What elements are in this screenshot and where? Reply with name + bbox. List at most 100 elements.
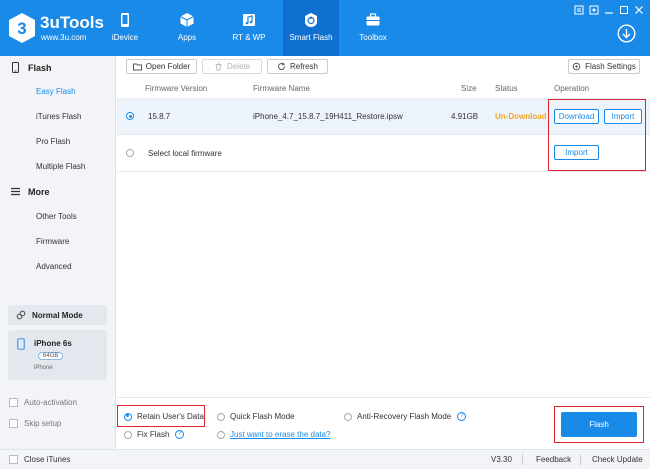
gear-icon bbox=[572, 62, 581, 71]
row-divider bbox=[117, 171, 650, 172]
nav-idevice-label: iDevice bbox=[111, 33, 139, 42]
sidebar-item-pro-flash[interactable]: Pro Flash bbox=[36, 137, 70, 146]
sidebar-item-itunes-flash[interactable]: iTunes Flash bbox=[36, 112, 82, 121]
nav-smart-flash[interactable]: Smart Flash bbox=[283, 0, 339, 56]
col-size: Size bbox=[461, 84, 477, 93]
checkbox-box[interactable] bbox=[9, 398, 18, 407]
phone-icon bbox=[121, 13, 129, 27]
device-type: iPhone bbox=[34, 365, 53, 371]
app-logo: 3 bbox=[9, 13, 35, 43]
main-nav: iDevice Apps RT & WP Smart Flash Toolbox bbox=[97, 0, 407, 56]
local-firmware-radio[interactable] bbox=[126, 149, 134, 157]
nav-apps-label: Apps bbox=[177, 33, 197, 42]
refresh-icon bbox=[277, 62, 285, 70]
nav-apps[interactable]: Apps bbox=[159, 0, 215, 56]
firmware-size: 4.91GB bbox=[451, 112, 479, 121]
quick-flash-option[interactable]: Quick Flash Mode bbox=[217, 412, 294, 421]
title-bar: 3 3uTools www.3u.com iDevice Apps RT & W… bbox=[0, 0, 650, 56]
settings-icon[interactable] bbox=[589, 5, 599, 15]
close-icon[interactable] bbox=[634, 5, 644, 15]
minimize-icon[interactable] bbox=[604, 5, 614, 15]
sidebar-item-advanced[interactable]: Advanced bbox=[36, 262, 72, 271]
device-capacity-badge: 64GB bbox=[38, 352, 64, 360]
close-itunes-checkbox[interactable] bbox=[9, 455, 18, 464]
skip-setup-label: Skip setup bbox=[24, 419, 62, 428]
help-icon[interactable]: ? bbox=[457, 412, 467, 421]
erase-data-link[interactable]: Just want to erase the data? bbox=[217, 430, 331, 439]
erase-data-link-text[interactable]: Just want to erase the data? bbox=[230, 430, 331, 439]
firmware-version: 15.8.7 bbox=[148, 112, 171, 121]
menu-icon[interactable] bbox=[574, 5, 584, 15]
auto-activation-label: Auto-activation bbox=[24, 398, 77, 407]
local-firmware-label: Select local firmware bbox=[148, 149, 222, 158]
window-controls bbox=[574, 5, 644, 15]
music-icon bbox=[243, 14, 255, 26]
fix-flash-radio[interactable] bbox=[124, 430, 132, 439]
version-label: V3.30 bbox=[491, 455, 512, 464]
maximize-icon[interactable] bbox=[619, 5, 629, 15]
open-folder-button[interactable]: Open Folder bbox=[126, 59, 197, 74]
toolbox-icon bbox=[366, 13, 380, 26]
phone-icon bbox=[12, 62, 19, 73]
checkbox-box[interactable] bbox=[9, 419, 18, 428]
nav-smart-flash-label: Smart Flash bbox=[289, 33, 333, 42]
link-icon bbox=[16, 310, 26, 320]
sidebar-item-easy-flash[interactable]: Easy Flash bbox=[36, 87, 76, 96]
close-itunes-label: Close iTunes bbox=[24, 455, 71, 464]
nav-idevice[interactable]: iDevice bbox=[97, 0, 153, 56]
refresh-button[interactable]: Refresh bbox=[267, 59, 328, 74]
col-status: Status bbox=[495, 84, 518, 93]
erase-data-radio[interactable] bbox=[217, 430, 225, 439]
fix-flash-option[interactable]: Fix Flash ? bbox=[124, 430, 185, 439]
device-card[interactable]: iPhone 6s 64GB iPhone bbox=[8, 330, 107, 380]
quick-flash-label: Quick Flash Mode bbox=[230, 412, 295, 421]
divider bbox=[580, 454, 581, 465]
delete-button[interactable]: Delete bbox=[202, 59, 262, 74]
anti-recovery-label: Anti-Recovery Flash Mode bbox=[357, 412, 452, 421]
firmware-status: Un-Download bbox=[495, 112, 547, 121]
col-firmware-version: Firmware Version bbox=[145, 84, 208, 93]
auto-activation-checkbox[interactable]: Auto-activation bbox=[9, 398, 77, 407]
fix-flash-label: Fix Flash bbox=[137, 430, 170, 439]
help-icon[interactable]: ? bbox=[175, 430, 185, 439]
app-name: 3uTools bbox=[40, 13, 104, 32]
check-update-link[interactable]: Check Update bbox=[592, 455, 643, 464]
folder-icon bbox=[132, 63, 142, 71]
flash-icon bbox=[305, 13, 317, 27]
quick-flash-radio[interactable] bbox=[217, 412, 225, 421]
nav-rt-wp-label: RT & WP bbox=[232, 33, 266, 42]
download-manager-icon[interactable] bbox=[617, 24, 636, 43]
highlight-box bbox=[117, 405, 205, 427]
sidebar-header-more: More bbox=[10, 186, 50, 197]
highlight-box bbox=[548, 99, 646, 171]
trash-icon bbox=[215, 62, 222, 71]
cube-icon bbox=[180, 13, 194, 27]
nav-toolbox[interactable]: Toolbox bbox=[345, 0, 401, 56]
sidebar-item-multiple-flash[interactable]: Multiple Flash bbox=[36, 162, 85, 171]
nav-toolbox-label: Toolbox bbox=[359, 33, 387, 42]
device-mode: Normal Mode bbox=[8, 305, 107, 325]
sidebar-item-other-tools[interactable]: Other Tools bbox=[36, 212, 77, 221]
hamburger-icon bbox=[11, 187, 20, 196]
firmware-radio[interactable] bbox=[126, 112, 134, 120]
col-firmware-name: Firmware Name bbox=[253, 84, 310, 93]
highlight-box bbox=[554, 406, 644, 443]
sidebar-item-firmware[interactable]: Firmware bbox=[36, 237, 69, 246]
device-mode-label: Normal Mode bbox=[32, 310, 83, 320]
skip-setup-checkbox[interactable]: Skip setup bbox=[9, 419, 61, 428]
svg-text:3: 3 bbox=[17, 19, 26, 38]
col-operation: Operation bbox=[554, 84, 590, 93]
anti-recovery-radio[interactable] bbox=[344, 412, 352, 421]
nav-rt-wp[interactable]: RT & WP bbox=[221, 0, 277, 56]
firmware-table-header: Firmware Version Firmware Name Size Stat… bbox=[117, 79, 650, 98]
divider bbox=[522, 454, 523, 465]
phone-icon bbox=[17, 338, 25, 350]
device-name: iPhone 6s bbox=[34, 339, 72, 348]
sidebar-header-flash: Flash bbox=[10, 62, 52, 73]
flash-settings-button[interactable]: Flash Settings bbox=[568, 59, 640, 74]
anti-recovery-option[interactable]: Anti-Recovery Flash Mode ? bbox=[344, 412, 467, 421]
feedback-link[interactable]: Feedback bbox=[536, 455, 571, 464]
status-bar: Close iTunes V3.30 Feedback Check Update bbox=[0, 449, 650, 469]
app-url: www.3u.com bbox=[41, 33, 87, 42]
sidebar: Flash Easy Flash iTunes Flash Pro Flash … bbox=[0, 56, 116, 449]
